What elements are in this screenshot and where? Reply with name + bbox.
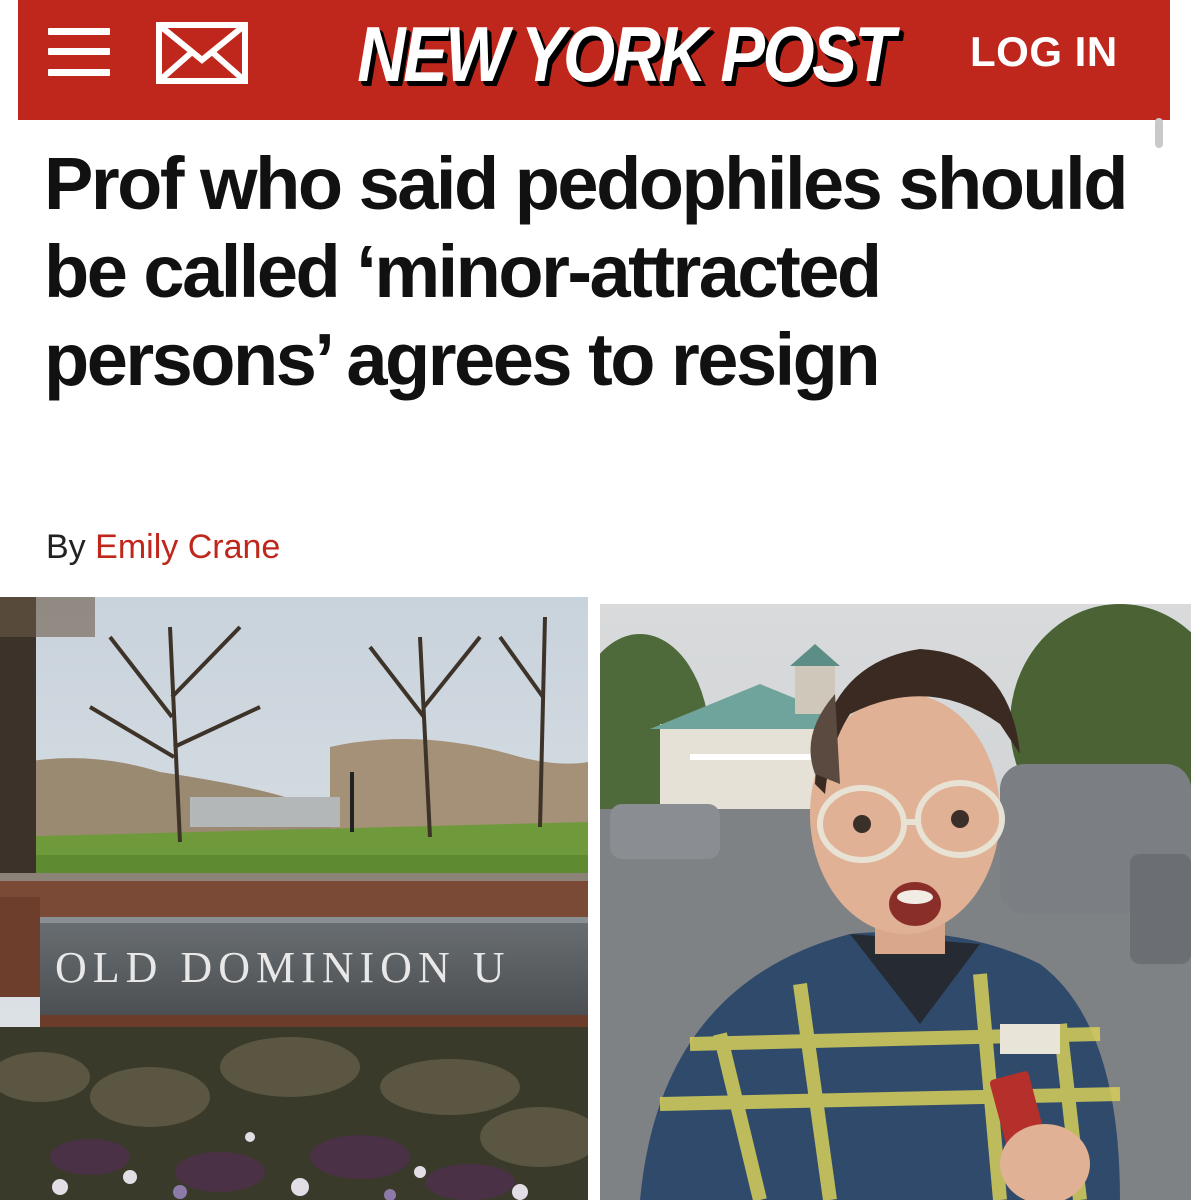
- sign-text: OLD DOMINION U: [55, 943, 511, 992]
- byline-prefix: By: [46, 528, 86, 566]
- author-link[interactable]: Emily Crane: [95, 528, 280, 566]
- selfie-photo: [600, 604, 1191, 1200]
- article-headline: Prof who said pedophiles should be calle…: [44, 142, 1128, 401]
- hamburger-menu-icon[interactable]: [48, 28, 110, 76]
- site-header: NEW YORK POST LOG IN: [18, 0, 1170, 120]
- envelope-icon[interactable]: [156, 22, 248, 84]
- byline: By Emily Crane: [46, 528, 280, 567]
- scrollbar-thumb[interactable]: [1155, 118, 1163, 148]
- logo-text: NEW YORK POST: [357, 10, 895, 98]
- site-logo[interactable]: NEW YORK POST: [318, 8, 895, 108]
- page-margin: [0, 0, 18, 120]
- login-button[interactable]: LOG IN: [970, 28, 1118, 76]
- campus-sign-photo: OLD DOMINION U: [0, 597, 588, 1200]
